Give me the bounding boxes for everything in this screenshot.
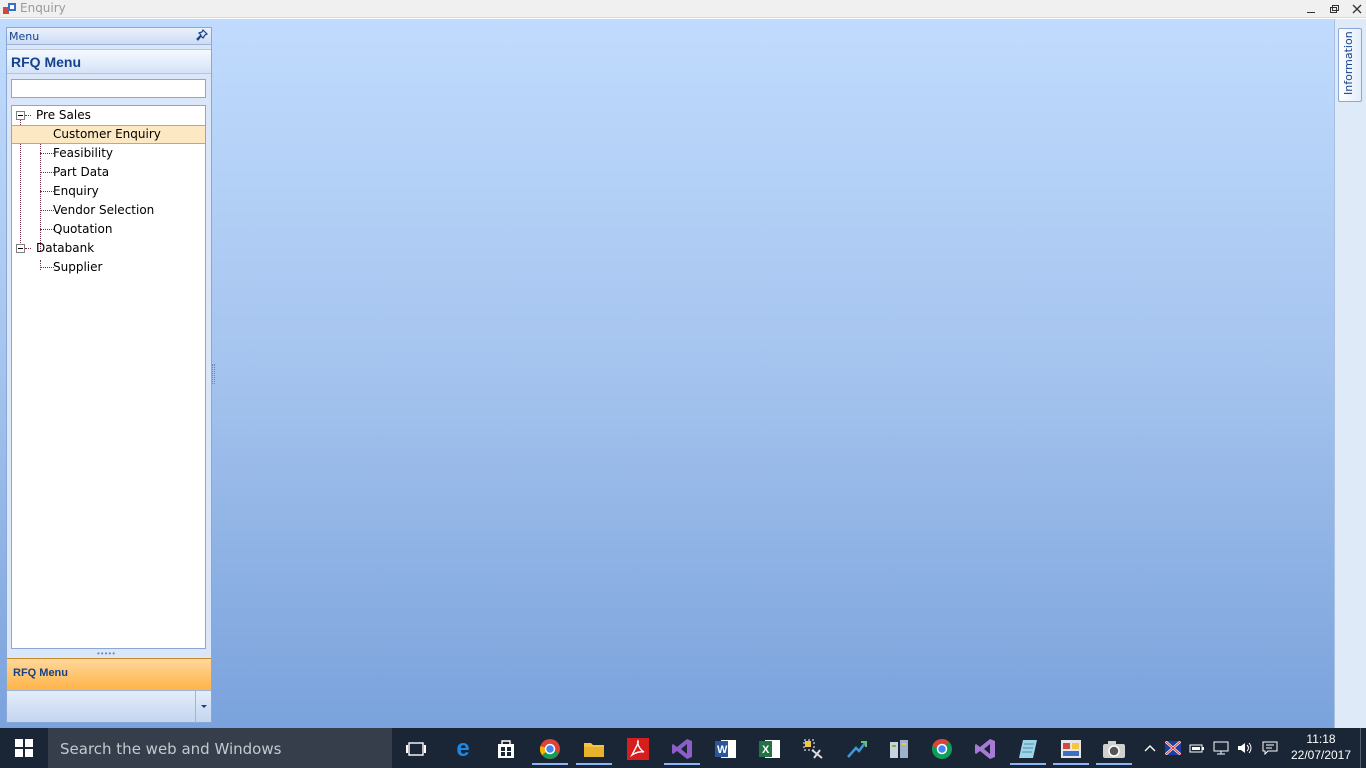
start-button[interactable]	[0, 728, 48, 768]
show-desktop-button[interactable]	[1360, 728, 1366, 768]
tree-node-pre-sales[interactable]: Pre Sales	[34, 106, 93, 125]
minimize-icon	[1307, 12, 1315, 13]
tree-line	[25, 115, 31, 116]
pin-icon[interactable]	[196, 29, 208, 43]
menu-tree: Pre Sales Customer Enquiry Feasibility P…	[11, 105, 206, 649]
panel-splitter[interactable]	[212, 364, 215, 384]
restore-icon	[1330, 5, 1339, 13]
camera-icon[interactable]	[1096, 733, 1132, 765]
tree-node-label: Supplier	[53, 260, 103, 274]
taskbar-clock[interactable]: 11:18 22/07/2017	[1288, 731, 1354, 763]
collapse-icon[interactable]	[16, 111, 25, 120]
battery-icon[interactable]	[1187, 728, 1207, 768]
active-indicator	[664, 763, 700, 765]
volume-icon[interactable]	[1235, 728, 1255, 768]
tree-node-label: Databank	[36, 241, 95, 255]
tree-node-customer-enquiry[interactable]: Customer Enquiry	[12, 125, 205, 144]
tree-line	[40, 191, 54, 192]
excel-icon[interactable]: X	[754, 733, 786, 765]
nav-button-rfq-menu[interactable]: RFQ Menu	[7, 658, 211, 690]
app-icon	[3, 3, 16, 14]
active-indicator	[576, 763, 612, 765]
tree-node-label: Customer Enquiry	[53, 127, 161, 141]
title-bar: Enquiry	[0, 0, 1366, 18]
svg-text:X: X	[762, 744, 770, 756]
tree-line	[40, 260, 41, 270]
chrome-alt-icon[interactable]	[926, 733, 958, 765]
maximize-button[interactable]	[1323, 0, 1345, 18]
taskbar: Search the web and Windows e W X 11:18 2…	[0, 728, 1366, 768]
tree-node-databank[interactable]: Databank	[34, 239, 96, 258]
task-view-icon[interactable]	[400, 733, 432, 765]
tree-node-label: Enquiry	[53, 184, 99, 198]
chrome-icon[interactable]	[532, 733, 568, 765]
edge-icon[interactable]: e	[447, 733, 479, 765]
tree-node-label: Feasibility	[53, 146, 113, 160]
menu-search-input[interactable]	[11, 79, 206, 98]
tree-line	[40, 267, 54, 268]
windows-logo-icon	[15, 739, 33, 757]
splitter-grip[interactable]: •••••	[97, 650, 119, 658]
tree-line	[40, 153, 54, 154]
taskbar-search-placeholder: Search the web and Windows	[60, 740, 282, 758]
group-header: RFQ Menu	[7, 49, 211, 74]
tree-node-enquiry[interactable]: Enquiry	[53, 182, 99, 201]
store-icon[interactable]	[490, 733, 522, 765]
tree-node-label: Part Data	[53, 165, 110, 179]
tree-node-part-data[interactable]: Part Data	[53, 163, 109, 182]
flag-icon[interactable]	[1163, 728, 1183, 768]
taskbar-search-box[interactable]: Search the web and Windows	[48, 728, 392, 768]
active-indicator	[532, 763, 568, 765]
tree-line	[40, 229, 54, 230]
window-title: Enquiry	[20, 1, 66, 15]
network-icon[interactable]	[1211, 728, 1231, 768]
action-center-icon[interactable]	[1259, 728, 1281, 768]
sql-server-icon[interactable]	[883, 733, 915, 765]
visual-studio-icon[interactable]	[664, 733, 700, 765]
tree-node-label: Vendor Selection	[53, 203, 155, 217]
close-button[interactable]	[1346, 0, 1366, 18]
sharing-icon[interactable]	[840, 733, 872, 765]
tree-node-label: Pre Sales	[36, 108, 91, 122]
svg-text:W: W	[717, 744, 728, 756]
menu-panel-caption: Menu	[7, 28, 211, 45]
acrobat-icon[interactable]	[622, 733, 654, 765]
tab-information[interactable]: Information	[1338, 28, 1362, 102]
tree-node-label: Quotation	[53, 222, 113, 236]
active-indicator	[1010, 763, 1046, 765]
notepad-icon[interactable]	[1010, 733, 1046, 765]
tools-icon[interactable]	[797, 733, 829, 765]
tree-node-supplier[interactable]: Supplier	[53, 258, 102, 277]
clock-time: 11:18	[1306, 732, 1336, 746]
mdi-client-area: Menu RFQ Menu Pre Sales Customer Enquiry…	[0, 19, 1366, 728]
nav-button-label: RFQ Menu	[13, 667, 68, 679]
menu-panel-caption-label: Menu	[9, 30, 40, 43]
tree-node-feasibility[interactable]: Feasibility	[53, 144, 113, 163]
tree-line	[40, 172, 54, 173]
active-indicator	[1053, 763, 1089, 765]
nav-overflow-strip	[7, 690, 211, 723]
file-explorer-icon[interactable]	[576, 733, 612, 765]
show-hidden-icons-chevron-up-icon[interactable]	[1141, 728, 1159, 768]
app-window-icon[interactable]	[1053, 733, 1089, 765]
menu-panel: Menu RFQ Menu Pre Sales Customer Enquiry…	[6, 27, 212, 723]
tree-line	[40, 210, 54, 211]
tree-line	[25, 248, 31, 249]
visual-studio-alt-icon[interactable]	[969, 733, 1001, 765]
chevron-down-icon	[200, 705, 207, 708]
tree-node-quotation[interactable]: Quotation	[53, 220, 112, 239]
tree-node-vendor-selection[interactable]: Vendor Selection	[53, 201, 154, 220]
group-title: RFQ Menu	[11, 54, 81, 70]
minimize-button[interactable]	[1300, 0, 1322, 18]
overflow-dropdown-button[interactable]	[195, 691, 211, 723]
close-icon	[1352, 4, 1362, 14]
autohide-panel-strip: Information	[1334, 19, 1366, 728]
word-icon[interactable]: W	[710, 733, 742, 765]
clock-date: 22/07/2017	[1290, 748, 1352, 762]
tree-line	[40, 127, 41, 251]
tab-information-label: Information	[1342, 31, 1355, 95]
collapse-icon[interactable]	[16, 244, 25, 253]
active-indicator	[1096, 763, 1132, 765]
